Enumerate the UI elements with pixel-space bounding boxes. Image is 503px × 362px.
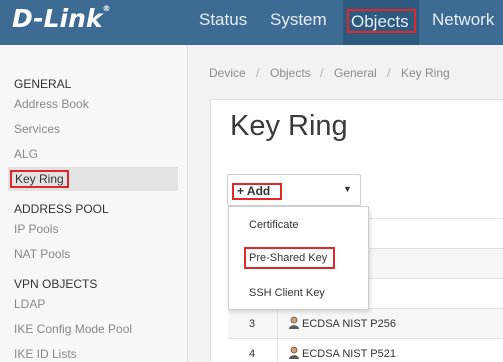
sidebar-item-ike-id-lists[interactable]: IKE ID Lists <box>14 347 77 361</box>
table-row[interactable]: 3 ECDSA NIST P256 <box>228 308 503 338</box>
breadcrumb-general[interactable]: General <box>334 66 377 80</box>
row-index: 4 <box>248 348 256 360</box>
caret-down-icon: ▼ <box>343 184 352 194</box>
sidebar-item-alg[interactable]: ALG <box>14 147 38 161</box>
breadcrumb-separator: / <box>387 66 391 80</box>
row-name: ECDSA NIST P521 <box>302 348 396 360</box>
key-owner-icon <box>289 346 299 359</box>
add-dropdown-menu: Certificate Pre-Shared Key SSH Client Ke… <box>228 206 369 310</box>
sidebar-section-vpn-objects: VPN OBJECTS <box>14 277 98 291</box>
breadcrumb-separator: / <box>320 66 324 80</box>
breadcrumb-separator: / <box>256 66 260 80</box>
breadcrumb-key-ring: Key Ring <box>401 66 450 80</box>
sidebar-item-key-ring[interactable]: Key Ring <box>8 167 178 191</box>
add-button[interactable]: + Add ▼ <box>227 174 361 206</box>
page-title: Key Ring <box>230 110 348 142</box>
nav-status[interactable]: Status <box>199 10 247 30</box>
add-button-label: + Add <box>232 183 282 200</box>
breadcrumb-device[interactable]: Device <box>209 66 246 80</box>
nav-objects[interactable]: Objects <box>347 9 416 33</box>
sidebar-section-general: GENERAL <box>14 77 72 91</box>
sidebar-item-address-book[interactable]: Address Book <box>14 97 89 111</box>
sidebar-section-address-pool: ADDRESS POOL <box>14 202 109 216</box>
nav-network[interactable]: Network <box>432 10 494 30</box>
sidebar-item-nat-pools[interactable]: NAT Pools <box>14 247 70 261</box>
sidebar-item-services[interactable]: Services <box>14 122 60 136</box>
menu-item-ssh-client-key[interactable]: SSH Client Key <box>249 287 325 299</box>
sidebar-item-ike-config-mode-pool[interactable]: IKE Config Mode Pool <box>14 322 132 336</box>
row-name: ECDSA NIST P256 <box>302 318 396 330</box>
breadcrumb-objects[interactable]: Objects <box>270 66 311 80</box>
menu-item-certificate[interactable]: Certificate <box>249 219 299 231</box>
nav-system[interactable]: System <box>270 10 327 30</box>
table-row[interactable]: 4 ECDSA NIST P521 <box>228 338 503 362</box>
nav-objects-tab[interactable]: Objects <box>343 0 419 45</box>
top-navigation-bar: D-Link® Status System Objects Network <box>0 0 503 45</box>
plus-icon: + <box>237 184 245 198</box>
sidebar-item-ldap[interactable]: LDAP <box>14 297 45 311</box>
menu-item-pre-shared-key[interactable]: Pre-Shared Key <box>249 252 327 264</box>
row-index: 3 <box>248 318 256 330</box>
key-owner-icon <box>289 316 299 329</box>
dlink-logo: D-Link® <box>12 4 111 33</box>
sidebar-item-ip-pools[interactable]: IP Pools <box>14 222 58 236</box>
sidebar-item-key-ring-label: Key Ring <box>10 170 69 188</box>
